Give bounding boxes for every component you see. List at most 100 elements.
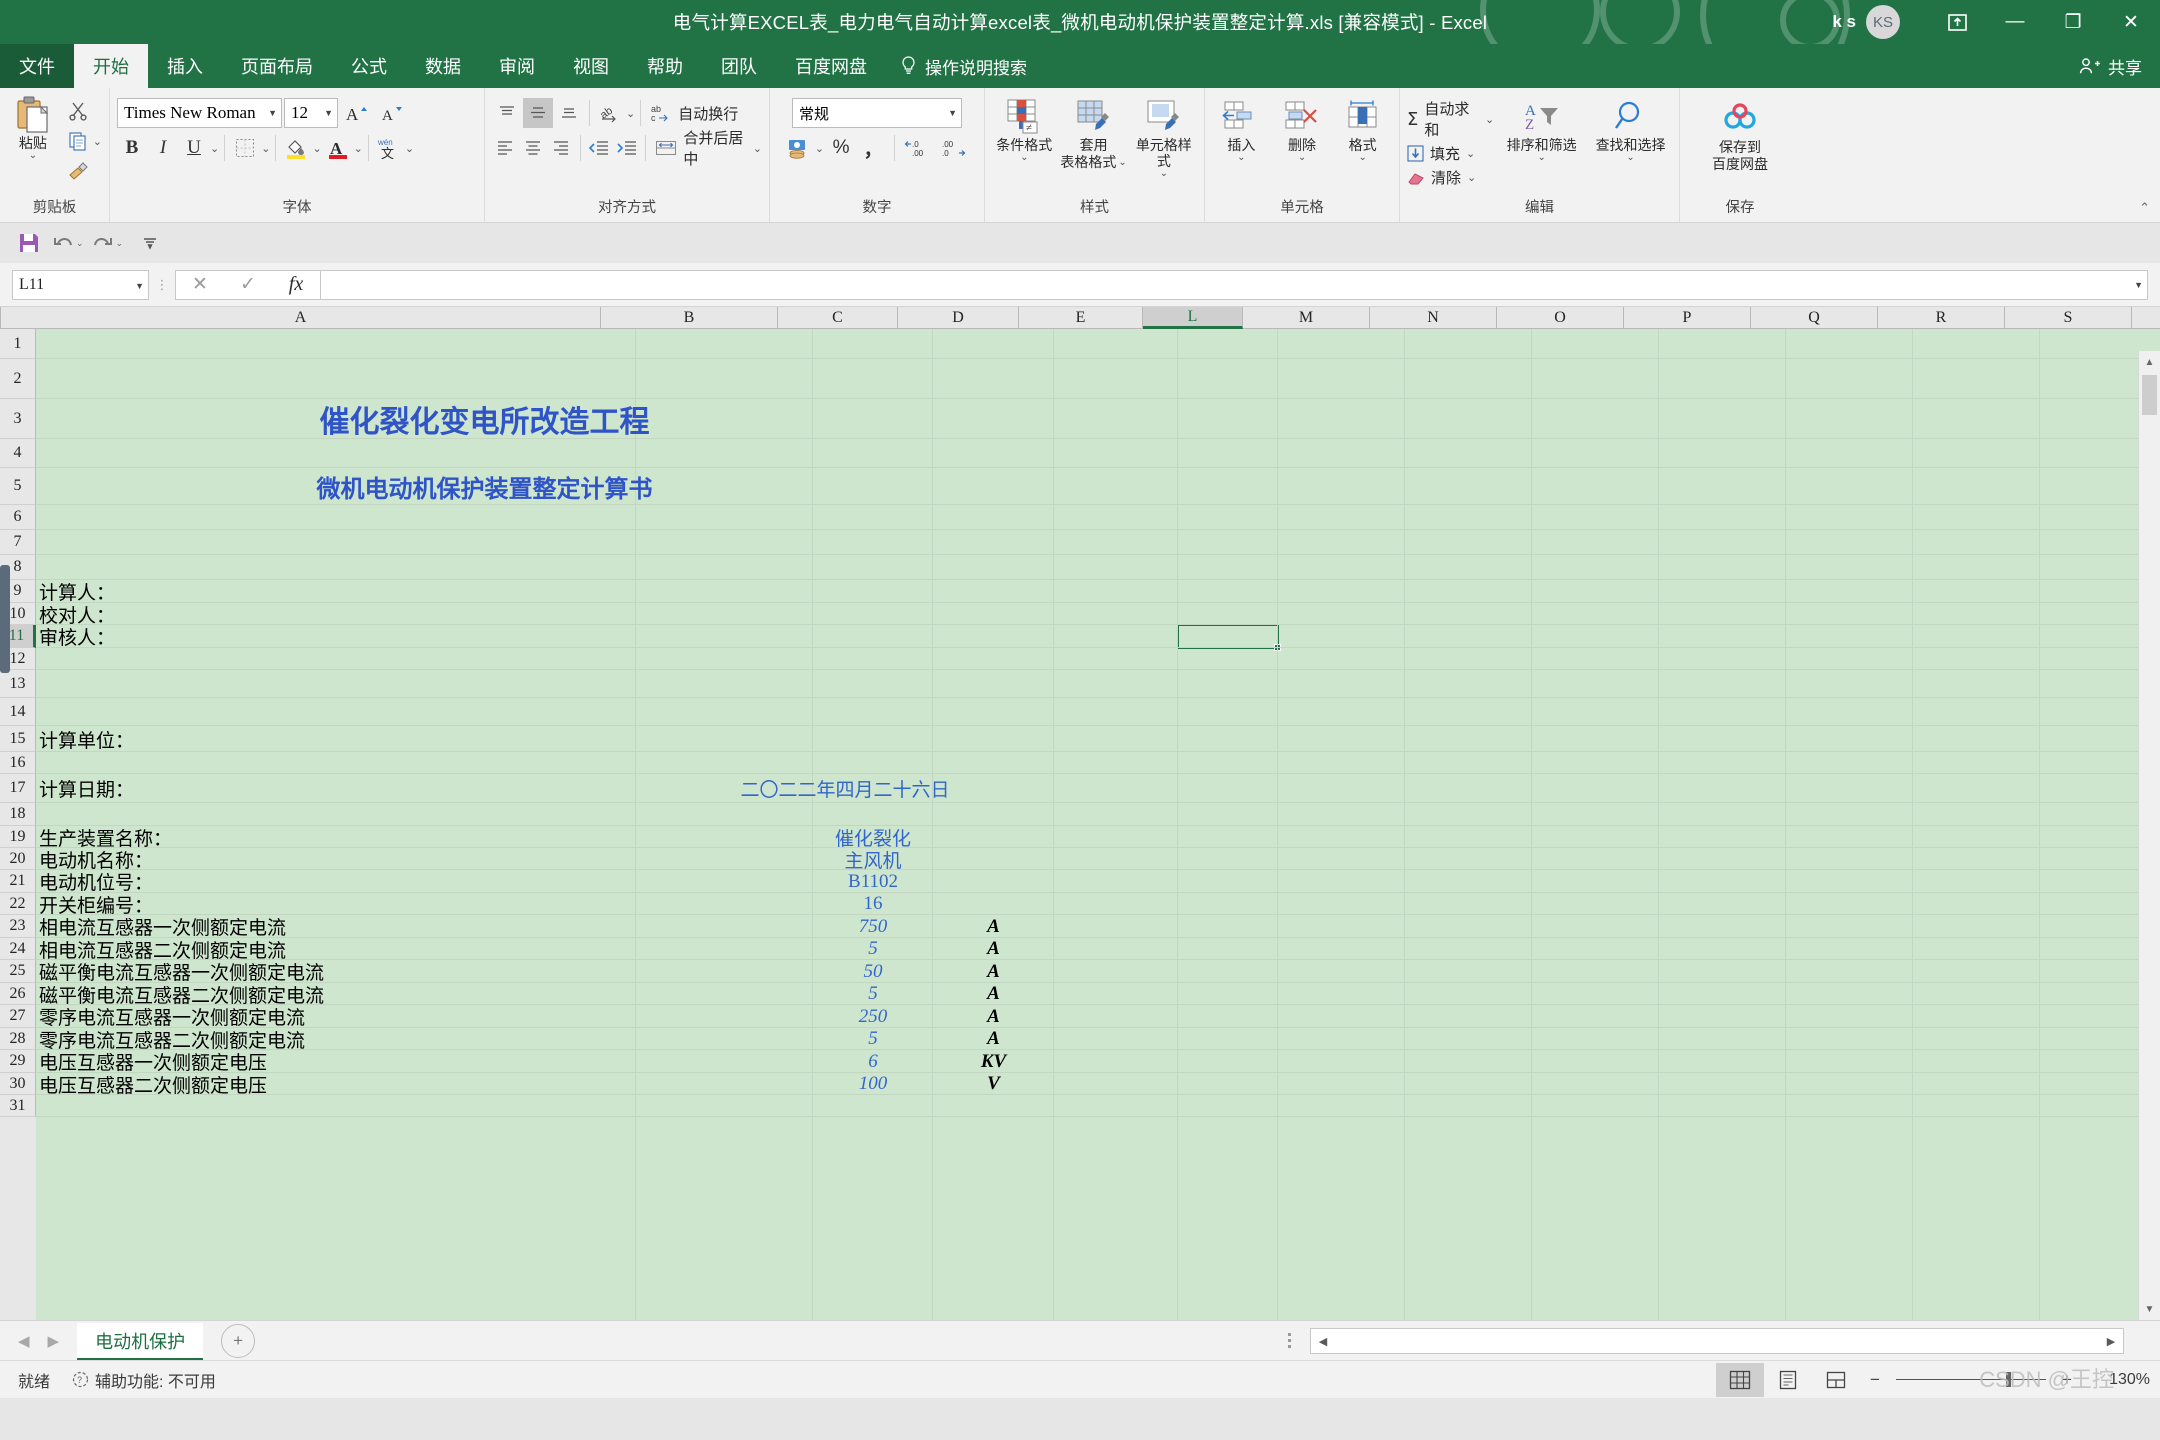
tab-help[interactable]: 帮助	[628, 44, 702, 88]
chevron-down-icon[interactable]: ⌄	[1358, 154, 1366, 161]
formula-bar-grip[interactable]: ⋮	[149, 283, 175, 287]
row-header-14[interactable]: 14	[0, 698, 36, 726]
cell-A26[interactable]: 磁平衡电流互感器二次侧额定电流	[36, 983, 636, 1005]
column-header-N[interactable]: N	[1370, 307, 1497, 329]
tab-view[interactable]: 视图	[554, 44, 628, 88]
tell-me-search[interactable]: 操作说明搜索	[886, 44, 1041, 88]
chevron-down-icon[interactable]: ⌄	[1467, 171, 1476, 184]
cell-D26[interactable]: A	[933, 983, 1054, 1005]
cell-A17[interactable]: 计算日期：	[36, 774, 636, 803]
insert-function-icon[interactable]: fx	[272, 273, 320, 296]
formula-input[interactable]: ▼	[320, 270, 2148, 300]
column-header-D[interactable]: D	[898, 307, 1019, 329]
row-header-13[interactable]: 13	[0, 670, 36, 698]
tab-data[interactable]: 数据	[406, 44, 480, 88]
chevron-down-icon[interactable]: ⌄	[1466, 147, 1475, 160]
tab-insert[interactable]: 插入	[148, 44, 222, 88]
normal-view-icon[interactable]	[1716, 1363, 1764, 1397]
row-header-5[interactable]: 5	[0, 468, 36, 505]
column-header-T[interactable]: T	[2132, 307, 2160, 329]
undo-icon[interactable]	[48, 229, 78, 257]
decrease-indent-icon[interactable]	[586, 133, 613, 163]
cell-A30[interactable]: 电压互感器二次侧额定电压	[36, 1073, 636, 1095]
find-select-button[interactable]: 查找和选择 ⌄	[1589, 96, 1672, 161]
format-as-table-button[interactable]: 套用 表格格式⌄	[1059, 96, 1129, 170]
orientation-icon[interactable]: ab	[595, 98, 625, 128]
save-icon[interactable]	[14, 229, 44, 257]
percent-style-button[interactable]: %	[826, 133, 856, 163]
avatar[interactable]: KS	[1866, 5, 1900, 39]
row-header-25[interactable]: 25	[0, 960, 36, 983]
cell-D23[interactable]: A	[933, 915, 1054, 938]
enter-formula-icon[interactable]: ✓	[224, 273, 272, 296]
chevron-down-icon[interactable]: ⌄	[29, 152, 37, 159]
align-center-icon[interactable]	[520, 133, 547, 163]
cell-A24[interactable]: 相电流互感器二次侧额定电流	[36, 938, 636, 960]
merge-center-button[interactable]: 合并后居中	[651, 133, 751, 163]
scroll-left-arrow-icon[interactable]: ◀	[1311, 1335, 1335, 1348]
column-header-Q[interactable]: Q	[1751, 307, 1878, 329]
chevron-down-icon[interactable]: ⌄	[1537, 154, 1545, 161]
cell-C24[interactable]: 5	[813, 938, 933, 960]
row-header-1[interactable]: 1	[0, 329, 36, 359]
font-name-input[interactable]: Times New Roman ▼	[117, 98, 282, 128]
align-right-icon[interactable]	[548, 133, 575, 163]
paste-button[interactable]: 粘贴 ⌄	[7, 94, 59, 159]
delete-cells-button[interactable]: 删除 ⌄	[1273, 96, 1332, 161]
row-header-3[interactable]: 3	[0, 399, 36, 439]
cell-C22[interactable]: 16	[813, 893, 933, 915]
cell-D27[interactable]: A	[933, 1005, 1054, 1028]
select-all-corner[interactable]	[0, 307, 1, 329]
chevron-down-icon[interactable]: ⌄	[753, 142, 762, 155]
tab-team[interactable]: 团队	[702, 44, 776, 88]
italic-button[interactable]: I	[148, 133, 178, 163]
number-format-select[interactable]: 常规 ▼	[792, 98, 962, 128]
horizontal-split-grip[interactable]	[1288, 1333, 1291, 1348]
chevron-down-icon[interactable]: ⌄	[116, 238, 124, 249]
column-header-R[interactable]: R	[1878, 307, 2005, 329]
row-header-29[interactable]: 29	[0, 1050, 36, 1073]
zoom-out-button[interactable]: −	[1866, 1370, 1884, 1390]
next-sheet-icon[interactable]: ▶	[48, 1332, 60, 1350]
column-header-C[interactable]: C	[778, 307, 898, 329]
tab-review[interactable]: 审阅	[480, 44, 554, 88]
accessibility-status[interactable]: ? 辅助功能: 不可用	[72, 1368, 216, 1392]
chevron-down-icon[interactable]: ⌄	[1237, 154, 1245, 161]
chevron-down-icon[interactable]: ▼	[135, 281, 144, 291]
cell-D24[interactable]: A	[933, 938, 1054, 960]
sheet-tab-motor-protection[interactable]: 电动机保护	[77, 1323, 203, 1361]
cell-C28[interactable]: 5	[813, 1028, 933, 1050]
zoom-control[interactable]: − + 130%	[1866, 1370, 2150, 1390]
chevron-down-icon[interactable]: ⌄	[1160, 170, 1168, 177]
chevron-down-icon[interactable]: ⌄	[210, 142, 219, 155]
prev-sheet-icon[interactable]: ◀	[18, 1332, 30, 1350]
clear-button[interactable]: 清除 ⌄	[1407, 167, 1494, 188]
increase-font-size-button[interactable]: A	[340, 98, 374, 128]
row-header-17[interactable]: 17	[0, 774, 36, 803]
wrap-text-button[interactable]: abc 自动换行	[646, 98, 742, 128]
vertical-scroll-thumb[interactable]	[2142, 375, 2157, 415]
cell-A28[interactable]: 零序电流互感器二次侧额定电流	[36, 1028, 636, 1050]
align-middle-icon[interactable]	[523, 98, 553, 128]
cell-C30[interactable]: 100	[813, 1073, 933, 1095]
cell-C23[interactable]: 750	[813, 915, 933, 938]
row-header-16[interactable]: 16	[0, 752, 36, 774]
page-layout-view-icon[interactable]	[1764, 1363, 1812, 1397]
row-header-24[interactable]: 24	[0, 938, 36, 960]
conditional-formatting-button[interactable]: ≠ 条件格式 ⌄	[992, 96, 1057, 161]
column-header-P[interactable]: P	[1624, 307, 1751, 329]
horizontal-scrollbar[interactable]: ◀ ▶	[1310, 1328, 2124, 1354]
row-header-2[interactable]: 2	[0, 359, 36, 399]
phonetic-guide-icon[interactable]: wén文	[374, 133, 404, 163]
cell-A15[interactable]: 计算单位：	[36, 726, 636, 752]
accounting-format-icon[interactable]	[783, 133, 813, 163]
scroll-down-arrow-icon[interactable]: ▼	[2139, 1298, 2160, 1320]
column-header-L[interactable]: L	[1143, 307, 1243, 329]
chevron-down-icon[interactable]: ⌄	[76, 238, 84, 249]
underline-button[interactable]: U	[179, 133, 209, 163]
format-cells-button[interactable]: 格式 ⌄	[1333, 96, 1392, 161]
cell-C26[interactable]: 5	[813, 983, 933, 1005]
cell-C21[interactable]: B1102	[813, 870, 933, 893]
cell-A9[interactable]: 计算人：	[36, 580, 636, 603]
chevron-down-icon[interactable]: ⌄	[1298, 154, 1306, 161]
